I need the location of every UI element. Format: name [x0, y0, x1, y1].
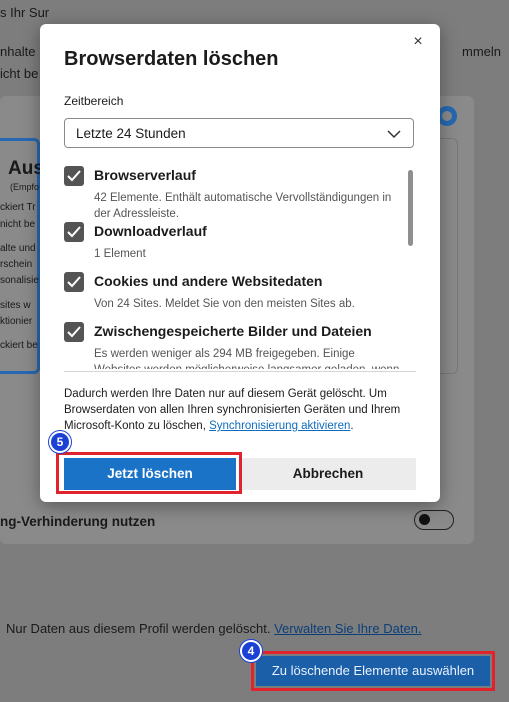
manage-data-link[interactable]: Verwalten Sie Ihre Daten. [274, 621, 421, 636]
option-line: ckiert be [0, 340, 38, 351]
option-heading: Aus [8, 158, 44, 179]
cancel-button[interactable]: Abbrechen [240, 458, 416, 490]
checkbox-history[interactable] [64, 166, 84, 186]
option-line: alte und [0, 243, 36, 254]
bg-text-line: nhalte [0, 44, 36, 59]
toggle-knob [419, 514, 430, 525]
data-type-list: Browserverlauf 42 Elemente. Enthält auto… [64, 164, 406, 369]
item-desc: 42 Elemente. Enthält automatische Vervol… [94, 192, 392, 220]
bg-text-line: icht be [0, 66, 39, 81]
sync-info: Dadurch werden Ihre Daten nur auf diesem… [64, 386, 424, 434]
dialog-title: Browserdaten löschen [64, 48, 279, 70]
checkmark-icon [67, 326, 81, 338]
strict-option-card[interactable] [440, 138, 458, 374]
option-line: ckiert Tr [0, 202, 36, 213]
item-desc: Von 24 Sites. Meldet Sie von den meisten… [94, 298, 355, 310]
bg-text-line: s Ihr Sur [0, 5, 50, 20]
chevron-down-icon [387, 130, 401, 139]
checkbox-cache[interactable] [64, 322, 84, 342]
choose-items-button[interactable]: Zu löschende Elemente auswählen [256, 656, 490, 686]
checkmark-icon [67, 170, 81, 182]
tracking-toggle-label: ng-Verhinderung nutzen [0, 514, 156, 529]
time-range-select[interactable]: Letzte 24 Stunden [64, 118, 414, 148]
sync-info-end: . [350, 420, 354, 432]
item-desc: 1 Element [94, 248, 146, 260]
time-range-label: Zeitbereich [64, 94, 124, 108]
time-range-value: Letzte 24 Stunden [76, 126, 186, 141]
clear-browsing-data-dialog: × Browserdaten löschen Zeitbereich Letzt… [40, 24, 440, 502]
step-5-marker: 5 [49, 431, 71, 453]
delete-now-button[interactable]: Jetzt löschen [64, 458, 236, 490]
item-heading: Downloadverlauf [94, 223, 207, 239]
checkmark-icon [67, 276, 81, 288]
option-line: sonalisie [0, 275, 39, 286]
checkbox-cookies[interactable] [64, 272, 84, 292]
tracking-toggle[interactable] [414, 510, 454, 530]
checkbox-downloads[interactable] [64, 222, 84, 242]
profile-info-text: Nur Daten aus diesem Profil werden gelös… [6, 621, 422, 636]
radio-selected-icon[interactable] [437, 106, 457, 126]
step-4-marker: 4 [240, 640, 262, 662]
option-line: rschein [0, 259, 33, 270]
item-desc: Es werden weniger als 294 MB freigegeben… [94, 348, 399, 369]
option-line: nicht be [0, 219, 36, 230]
item-heading: Zwischengespeicherte Bilder und Dateien [94, 323, 372, 339]
divider [64, 371, 416, 372]
checkmark-icon [67, 226, 81, 238]
option-line: ktionier [0, 316, 33, 327]
item-heading: Browserverlauf [94, 167, 196, 183]
close-icon[interactable]: × [408, 32, 428, 52]
list-scrollbar[interactable] [408, 170, 413, 246]
profile-info: Nur Daten aus diesem Profil werden gelös… [6, 621, 271, 636]
option-line: sites w [0, 300, 31, 311]
enable-sync-link[interactable]: Synchronisierung aktivieren [209, 420, 350, 432]
item-heading: Cookies und andere Websitedaten [94, 273, 323, 289]
bg-text-line: mmeln [462, 44, 502, 59]
option-sub: (Empfo [10, 182, 40, 192]
